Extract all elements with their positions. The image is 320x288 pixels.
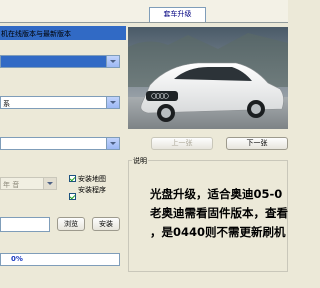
description-group-label: 说明: [132, 156, 148, 166]
install-software-label: 安装程序: [78, 186, 106, 194]
chevron-down-icon[interactable]: [43, 178, 56, 189]
model-select-highlight: [1, 56, 107, 67]
progress-text: 0%: [11, 255, 23, 263]
chevron-down-icon[interactable]: [106, 56, 119, 67]
install-software-checkbox[interactable]: [69, 193, 76, 200]
install-button[interactable]: 安装: [92, 217, 120, 231]
model-select[interactable]: [0, 55, 120, 68]
description-line-1: 光盘升级，适合奥迪05-0: [150, 187, 283, 201]
series-select[interactable]: 系: [0, 96, 120, 109]
prev-button[interactable]: 上一张: [151, 137, 213, 150]
chevron-down-icon[interactable]: [106, 97, 119, 108]
car-photo-svg: [128, 27, 288, 129]
series-select-value: 系: [3, 100, 10, 108]
progress-bar: 0%: [0, 253, 120, 266]
browse-button[interactable]: 浏览: [57, 217, 85, 231]
map-dropdown-value: 年 音: [3, 181, 20, 189]
car-image: [128, 27, 288, 129]
chevron-down-icon[interactable]: [106, 138, 119, 149]
description-line-2: 老奥迪需看固件版本，查看: [150, 206, 288, 220]
tab-car-upgrade[interactable]: 套车升级: [149, 7, 206, 22]
version-select[interactable]: [0, 137, 120, 150]
install-map-label: 安装地图: [78, 175, 106, 183]
install-map-checkbox[interactable]: [69, 175, 76, 182]
header-band: [0, 0, 288, 22]
map-dropdown[interactable]: 年 音: [0, 177, 57, 190]
path-input[interactable]: [0, 217, 50, 232]
next-button[interactable]: 下一张: [226, 137, 288, 150]
description-line-3: ，是0440则不需更新刷机: [150, 225, 286, 239]
version-info-text: 机在线版本与最新版本: [1, 30, 71, 38]
